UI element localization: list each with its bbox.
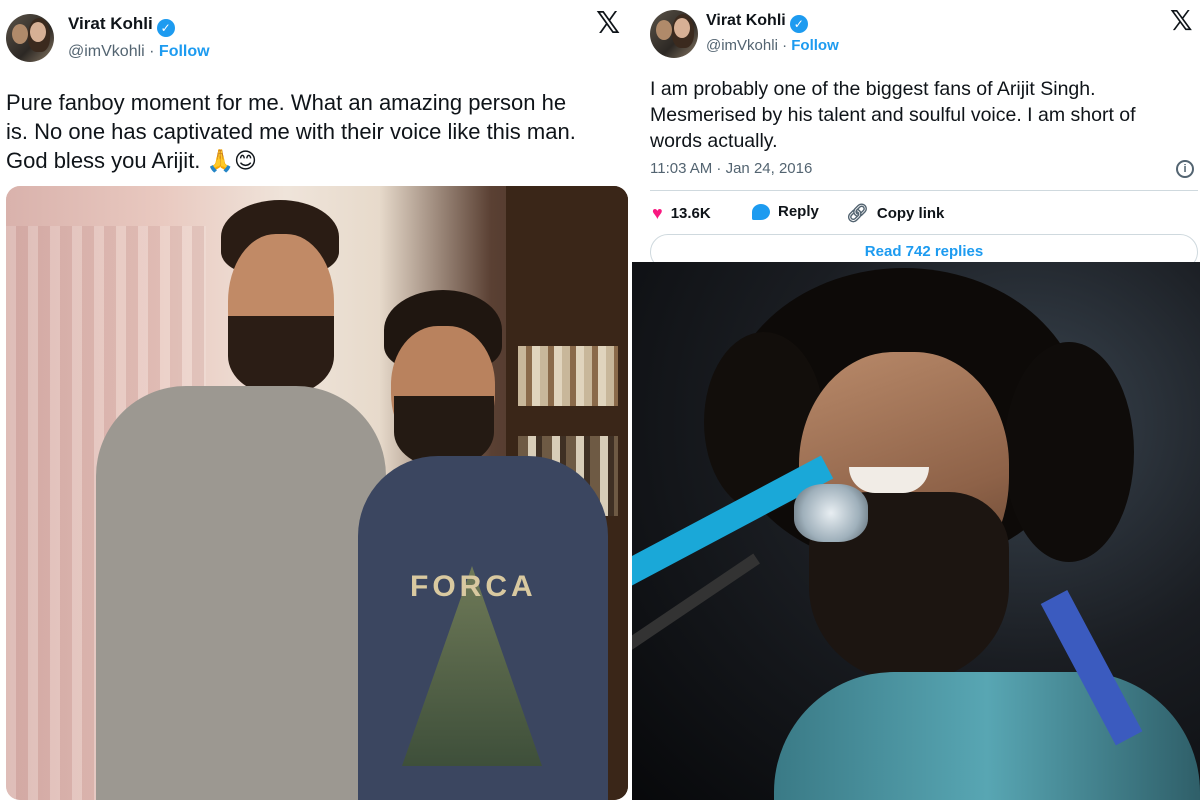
like-button[interactable]: ♥ 13.6K — [652, 203, 711, 224]
left-tweet-card: Virat Kohli ✓ @imVkohli · Follow 𝕏 Pure f… — [0, 0, 632, 800]
tweet-photo-kohli-arijit[interactable]: FORCA — [6, 186, 628, 800]
copy-link-label: Copy link — [876, 205, 945, 222]
link-icon: 🔗︎ — [846, 203, 869, 223]
x-logo-icon[interactable]: 𝕏 — [1170, 4, 1193, 37]
tweet-text-line-2: is. No one has captivated me with their … — [6, 119, 576, 144]
tweet-text-line-1: I am probably one of the biggest fans of… — [650, 78, 1096, 100]
tweet-text: I am probably one of the biggest fans of… — [650, 76, 1198, 154]
arijit-singing-photo — [632, 262, 1200, 800]
handle-separator: · — [144, 43, 159, 60]
shirt-print-text: FORCA — [410, 570, 537, 603]
author-avatar[interactable] — [650, 10, 698, 58]
like-count: 13.6K — [670, 205, 711, 222]
author-handle[interactable]: @imVkohli — [68, 43, 145, 60]
author-name[interactable]: Virat Kohli ✓ — [68, 14, 175, 37]
tweet-timestamp[interactable]: 11:03 AM · Jan 24, 2016 — [650, 160, 812, 177]
verified-badge-icon: ✓ — [156, 19, 175, 37]
tweet-text-line-3: words actually. — [650, 130, 778, 152]
author-name-text: Virat Kohli — [706, 12, 786, 29]
verified-badge-icon: ✓ — [789, 15, 808, 33]
tweet-text-line-2: Mesmerised by his talent and soulful voi… — [650, 104, 1136, 126]
reply-button[interactable]: Reply — [752, 203, 819, 220]
reply-icon — [752, 203, 770, 220]
follow-button[interactable]: Follow — [159, 43, 210, 60]
author-handle-row: @imVkohli · Follow — [68, 43, 210, 61]
author-handle-row: @imVkohli · Follow — [706, 37, 839, 54]
tweet-text-line-1: Pure fanboy moment for me. What an amazi… — [6, 90, 567, 115]
info-icon[interactable]: i — [1176, 160, 1194, 178]
heart-icon: ♥ — [652, 203, 663, 223]
author-handle[interactable]: @imVkohli — [706, 37, 778, 54]
right-tweet-card: Virat Kohli ✓ @imVkohli · Follow 𝕏 I am p… — [632, 0, 1200, 800]
tweet-text: Pure fanboy moment for me. What an amazi… — [6, 88, 628, 176]
tweet-text-line-3: God bless you Arijit. — [6, 148, 201, 173]
x-logo-icon[interactable]: 𝕏 — [596, 6, 620, 41]
reply-label: Reply — [778, 203, 819, 220]
author-name-text: Virat Kohli — [68, 14, 153, 33]
tweet-emojis: 🙏😊 — [206, 149, 257, 174]
author-name[interactable]: Virat Kohli ✓ — [706, 12, 808, 33]
handle-separator: · — [777, 37, 792, 54]
divider — [650, 190, 1198, 191]
copy-link-button[interactable]: 🔗︎ Copy link — [846, 203, 944, 224]
author-avatar[interactable] — [6, 14, 54, 62]
follow-button[interactable]: Follow — [791, 37, 839, 54]
